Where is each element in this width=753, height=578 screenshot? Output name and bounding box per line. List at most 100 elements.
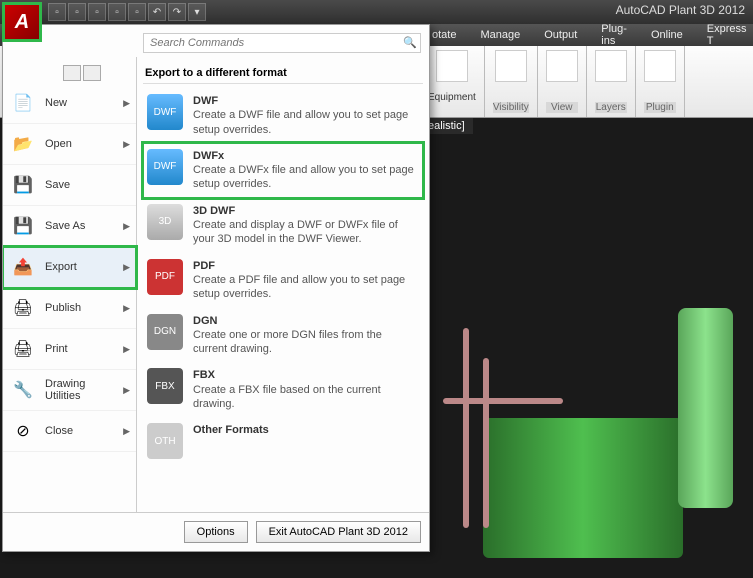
menu-item-print[interactable]: Print▶ xyxy=(3,329,136,370)
export-item-title: 3D DWF xyxy=(193,204,419,218)
submenu-arrow-icon: ▶ xyxy=(123,262,130,273)
ribbon-tab[interactable]: Output xyxy=(532,26,589,44)
export-item-title: DWFx xyxy=(193,149,419,163)
export-item-text: PDFCreate a PDF file and allow you to se… xyxy=(193,259,419,302)
export-item-other-formats[interactable]: OTH Other Formats xyxy=(143,417,423,465)
ribbon-panel-label: Equipment xyxy=(428,92,476,103)
exit-button[interactable]: Exit AutoCAD Plant 3D 2012 xyxy=(256,521,421,543)
ribbon-panel-icon[interactable] xyxy=(436,50,468,82)
ribbon-panel-title: Visibility xyxy=(493,102,529,113)
submenu-arrow-icon: ▶ xyxy=(123,385,130,396)
qat-save-button[interactable]: ▫ xyxy=(88,3,106,21)
ribbon-tab[interactable]: Express T xyxy=(695,20,753,50)
qat-undo-button[interactable]: ↶ xyxy=(148,3,166,21)
export-item-text: DWFCreate a DWF file and allow you to se… xyxy=(193,94,419,137)
menu-item-new[interactable]: New▶ xyxy=(3,83,136,124)
export-item-desc: Create a FBX file based on the current d… xyxy=(193,384,381,410)
ribbon-panel-title: Layers xyxy=(595,102,627,113)
search-commands: 🔍 xyxy=(143,33,421,53)
title-bar: ▫▫▫▫▫↶↷▾ AutoCAD Plant 3D 2012 xyxy=(0,0,753,24)
export-item-dgn[interactable]: DGNDGNCreate one or more DGN files from … xyxy=(143,308,423,363)
export-item-3d-dwf[interactable]: 3D 3D DWFCreate and display a DWF or DWF… xyxy=(143,198,423,253)
ribbon-tab[interactable]: Manage xyxy=(468,26,532,44)
export-pdf-icon: PDF xyxy=(147,259,183,295)
export-item-text: Other Formats xyxy=(193,423,269,459)
export-item-dwf[interactable]: DWFDWFCreate a DWF file and allow you to… xyxy=(143,88,423,143)
menu-item-drawing-utilities[interactable]: Drawing Utilities▶ xyxy=(3,370,136,411)
menu-item-save-as[interactable]: Save As▶ xyxy=(3,206,136,247)
export-item-text: DGNCreate one or more DGN files from the… xyxy=(193,314,419,357)
close-icon xyxy=(9,419,37,443)
qat-open-button[interactable]: ▫ xyxy=(68,3,86,21)
ribbon-panel: Visibility xyxy=(485,46,538,117)
menu-item-label: Publish xyxy=(45,302,123,314)
menu-item-label: Close xyxy=(45,425,123,437)
app-title: AutoCAD Plant 3D 2012 xyxy=(616,3,745,17)
app-menu-right: Export to a different format DWFDWFCreat… xyxy=(137,57,429,512)
new-icon xyxy=(9,91,37,115)
ribbon-panel: Layers xyxy=(587,46,636,117)
recent-doc-toggle xyxy=(63,65,101,81)
application-menu-button[interactable] xyxy=(2,2,42,42)
export-item-text: FBX Create a FBX file based on the curren… xyxy=(193,368,419,411)
export-item-desc: Create a DWFx file and allow you to set … xyxy=(193,164,414,190)
qat-redo-button[interactable]: ↷ xyxy=(168,3,186,21)
export-item-title: DGN xyxy=(193,314,419,328)
menu-item-label: Print xyxy=(45,343,123,355)
ribbon-panel-title: View xyxy=(546,102,578,113)
qat-print-button[interactable]: ▫ xyxy=(128,3,146,21)
submenu-arrow-icon: ▶ xyxy=(123,344,130,355)
save-icon xyxy=(9,173,37,197)
application-menu: 🔍 New▶Open▶SaveSave As▶Export▶Publish▶Pr… xyxy=(2,24,430,552)
menu-item-close[interactable]: Close▶ xyxy=(3,411,136,452)
export-item-title: DWF xyxy=(193,94,419,108)
print-icon xyxy=(9,337,37,361)
3d-model xyxy=(403,298,743,558)
submenu-arrow-icon: ▶ xyxy=(123,426,130,437)
export-other formats-icon: OTH xyxy=(147,423,183,459)
export-item-title: FBX xyxy=(193,368,419,382)
export-item-fbx[interactable]: FBX FBX Create a FBX file based on the cur… xyxy=(143,362,423,417)
options-button[interactable]: Options xyxy=(184,521,248,543)
submenu-arrow-icon: ▶ xyxy=(123,98,130,109)
export-dgn-icon: DGN xyxy=(147,314,183,350)
search-icon: 🔍 xyxy=(403,36,417,49)
export-item-desc: Create a DWF file and allow you to set p… xyxy=(193,109,408,135)
ribbon-panel-icon[interactable] xyxy=(495,50,527,82)
menu-item-label: New xyxy=(45,97,123,109)
recent-small-icon[interactable] xyxy=(63,65,81,81)
export-icon xyxy=(9,255,37,279)
export-3d dwf-icon: 3D xyxy=(147,204,183,240)
qat-more-button[interactable]: ▾ xyxy=(188,3,206,21)
recent-large-icon[interactable] xyxy=(83,65,101,81)
export-dwfx-icon: DWF xyxy=(147,149,183,185)
menu-item-open[interactable]: Open▶ xyxy=(3,124,136,165)
menu-item-label: Save xyxy=(45,179,130,191)
export-item-text: DWFxCreate a DWFx file and allow you to … xyxy=(193,149,419,192)
ribbon-tab[interactable]: Online xyxy=(639,26,695,44)
export-item-desc: Create and display a DWF or DWFx file of… xyxy=(193,219,398,245)
export-fbx-icon: FBX xyxy=(147,368,183,404)
export-item-desc: Create a PDF file and allow you to set p… xyxy=(193,274,405,300)
app-menu-left: New▶Open▶SaveSave As▶Export▶Publish▶Prin… xyxy=(3,57,137,512)
menu-item-export[interactable]: Export▶ xyxy=(3,247,136,288)
qat-saveas-button[interactable]: ▫ xyxy=(108,3,126,21)
qat-new-button[interactable]: ▫ xyxy=(48,3,66,21)
ribbon-panel-icon[interactable] xyxy=(546,50,578,82)
export-item-text: 3D DWFCreate and display a DWF or DWFx f… xyxy=(193,204,419,247)
export-dwf-icon: DWF xyxy=(147,94,183,130)
submenu-arrow-icon: ▶ xyxy=(123,139,130,150)
ribbon-panel-icon[interactable] xyxy=(595,50,627,82)
export-item-desc: Create one or more DGN files from the cu… xyxy=(193,329,382,355)
menu-item-save[interactable]: Save xyxy=(3,165,136,206)
export-item-title: PDF xyxy=(193,259,419,273)
util-icon xyxy=(9,378,37,402)
search-input[interactable] xyxy=(143,33,421,53)
export-item-dwfx[interactable]: DWF DWFxCreate a DWFx file and allow you … xyxy=(143,143,423,198)
export-item-pdf[interactable]: PDFPDFCreate a PDF file and allow you to… xyxy=(143,253,423,308)
export-header: Export to a different format xyxy=(143,63,423,84)
export-item-title: Other Formats xyxy=(193,423,269,437)
menu-item-publish[interactable]: Publish▶ xyxy=(3,288,136,329)
ribbon-panel-icon[interactable] xyxy=(644,50,676,82)
quick-access-toolbar: ▫▫▫▫▫↶↷▾ xyxy=(48,3,206,21)
